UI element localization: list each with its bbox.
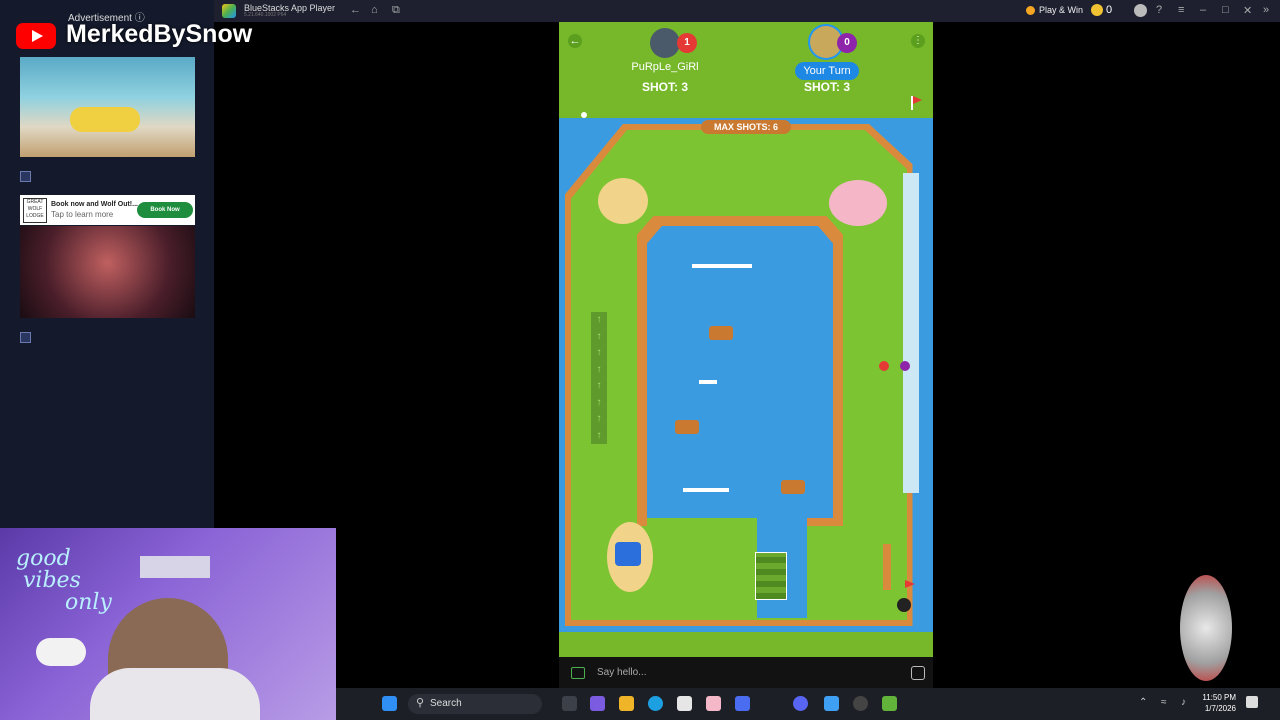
bluestacks-titlebar: BlueStacks App Player 5.21.640.1002 P64 …	[214, 0, 1280, 22]
air-conditioner	[140, 556, 210, 578]
game-viewport: ← 1 PuRpLe_GiRl SHOT: 3 0 Your Turn SHOT…	[559, 22, 933, 657]
lake	[647, 226, 833, 518]
great-wolf-logo: GREAT WOLF LODGE	[23, 198, 47, 223]
wolf-ad-headline: Book now and Wolf Out!...	[51, 201, 138, 208]
home-icon[interactable]: ⌂	[371, 4, 378, 16]
chat-icon	[571, 667, 585, 679]
player-ball-icon	[900, 361, 910, 371]
clock-time[interactable]: 11:50 PM	[1176, 693, 1236, 702]
post-bar	[883, 544, 891, 590]
player1-badge: 1	[677, 33, 697, 53]
minimize-icon[interactable]: –	[1200, 4, 1206, 16]
menu-icon[interactable]: ≡	[1178, 4, 1184, 16]
notifications-icon[interactable]	[1246, 696, 1258, 708]
neon-sign: good vibes only	[16, 546, 112, 615]
player1-avatar	[650, 28, 680, 58]
flag-icon	[913, 96, 922, 104]
windows-start-icon[interactable]	[382, 696, 397, 711]
wolf-ad-image[interactable]	[20, 226, 195, 318]
opponent-ball-icon	[879, 361, 889, 371]
back-arrow-icon[interactable]: ←	[568, 34, 582, 48]
water-ripple	[683, 488, 729, 492]
player1-name: PuRpLe_GiRl	[631, 61, 699, 73]
notepad-icon[interactable]	[824, 696, 839, 711]
bluestacks-logo-icon	[222, 4, 236, 18]
checkered-tile	[755, 552, 787, 600]
play-win-icon	[1026, 6, 1035, 15]
boost-arrows-icon: ↑ ↑ ↑ ↑ ↑ ↑ ↑ ↑	[591, 312, 607, 444]
copilot-icon[interactable]	[735, 696, 750, 711]
boat-icon	[675, 420, 699, 434]
obs-icon[interactable]	[853, 696, 868, 711]
webcam-overlay: good vibes only	[0, 528, 336, 720]
microphone-icon	[36, 638, 86, 666]
wolf-ad-subtext: Tap to learn more	[51, 210, 114, 219]
book-now-button[interactable]: Book Now	[137, 202, 193, 218]
bluestacks-taskbar-icon[interactable]	[882, 696, 897, 711]
water-ripple	[699, 380, 717, 384]
maximize-icon[interactable]: □	[1222, 4, 1229, 16]
search-label: Search	[430, 698, 462, 709]
waterfall	[903, 173, 919, 493]
streamer-shirt	[90, 668, 260, 720]
golf-hole-icon	[897, 598, 911, 612]
tray-chevron-icon[interactable]: ⌃	[1139, 697, 1147, 708]
task-view-icon[interactable]	[562, 696, 577, 711]
streamer-badge-icon	[1180, 575, 1232, 681]
discord-icon[interactable]	[793, 696, 808, 711]
ad-panel: Advertisement ⓘ GREAT WOLF LODGE Book no…	[0, 0, 214, 528]
player2-badge: 0	[837, 33, 857, 53]
network-icon[interactable]: ≈	[1161, 697, 1167, 708]
help-icon[interactable]: ?	[1156, 4, 1162, 16]
player1-shot-count: SHOT: 3	[641, 80, 688, 94]
close-icon[interactable]: ✕	[1243, 4, 1252, 17]
hole-flag-icon	[905, 580, 915, 588]
file-explorer-icon[interactable]	[619, 696, 634, 711]
back-icon[interactable]: ←	[350, 4, 361, 16]
chat-bar: Say hello...	[559, 657, 933, 688]
recent-apps-icon[interactable]: ⧉	[392, 4, 400, 17]
ad-choice-icon[interactable]	[20, 332, 31, 343]
channel-name: MerkedBySnow	[66, 20, 253, 48]
sand-bunker	[598, 178, 648, 224]
wolf-ad-banner[interactable]: GREAT WOLF LODGE Book now and Wolf Out!.…	[20, 195, 195, 225]
avatar[interactable]	[1134, 4, 1147, 17]
max-shots-label: MAX SHOTS: 6	[701, 120, 791, 134]
teams-icon[interactable]	[590, 696, 605, 711]
ad-choice-icon[interactable]	[20, 171, 31, 182]
edge-icon[interactable]	[648, 696, 663, 711]
player2-shot-count: SHOT: 3	[803, 80, 850, 94]
sidebar-toggle-icon[interactable]: »	[1263, 4, 1269, 16]
youtube-logo-icon	[16, 23, 56, 49]
pink-bunker	[829, 180, 887, 226]
raft-shape	[70, 107, 140, 132]
boat-icon	[781, 480, 805, 494]
app-version: 5.21.640.1002 P64	[244, 12, 287, 18]
play-win-button[interactable]: Play & Win	[1039, 5, 1083, 15]
app-icon[interactable]	[706, 696, 721, 711]
search-icon: ⚲	[416, 697, 425, 709]
grass-patch	[647, 518, 757, 618]
search-box[interactable]: ⚲ Search	[408, 694, 542, 714]
store-icon[interactable]	[677, 696, 692, 711]
windows-taskbar: ⚲ Search ⌃ ≈ ♪ 11:50 PM 1/7/2026	[336, 688, 1280, 720]
clock-date[interactable]: 1/7/2026	[1176, 704, 1236, 713]
your-turn-indicator: Your Turn	[795, 62, 859, 80]
chat-input[interactable]: Say hello...	[597, 667, 646, 678]
boat-icon	[709, 326, 733, 340]
water-ripple	[692, 264, 752, 268]
coin-icon	[1091, 4, 1103, 16]
more-options-icon[interactable]: ⋮	[911, 34, 925, 48]
coin-count: 0	[1106, 4, 1113, 16]
golf-course: ↑ ↑ ↑ ↑ ↑ ↑ ↑ ↑ MAX SHOTS: 6	[559, 118, 933, 632]
tractor-icon	[615, 542, 641, 566]
sticker-icon[interactable]	[911, 666, 925, 680]
waterpark-ad-image[interactable]	[20, 57, 195, 157]
